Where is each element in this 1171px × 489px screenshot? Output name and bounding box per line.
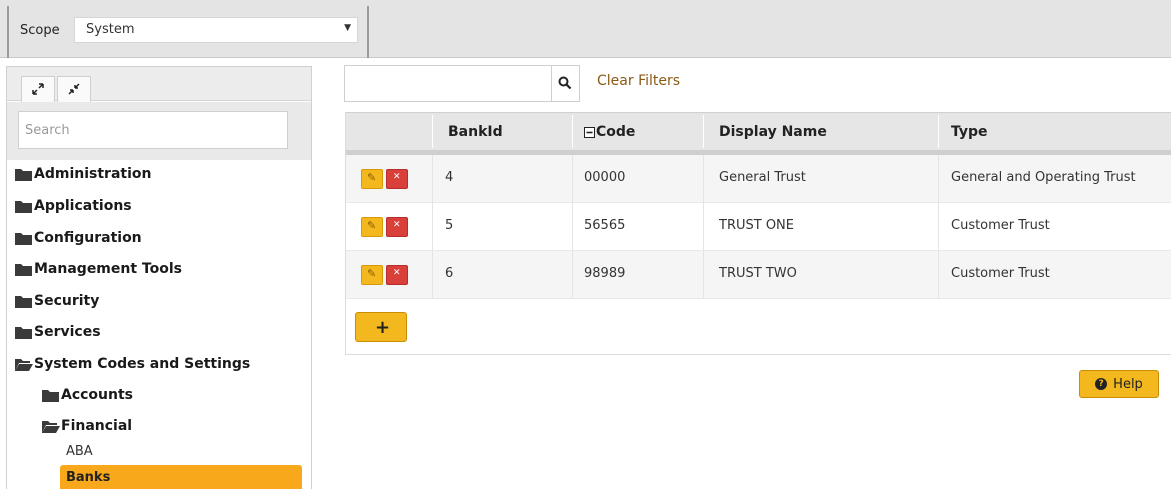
- scope-bar-divider: [7, 6, 9, 58]
- column-header-code[interactable]: Code: [584, 124, 635, 140]
- cell-type: General and Operating Trust: [951, 170, 1136, 185]
- cell-code: 98989: [584, 266, 626, 281]
- tree-item-financial[interactable]: Financial: [41, 416, 132, 436]
- tree-item-label: Applications: [34, 198, 132, 214]
- delete-button[interactable]: [386, 265, 408, 285]
- tree-item-services[interactable]: Services: [14, 322, 101, 342]
- tree-item-label: Accounts: [61, 387, 134, 403]
- column-separator: [432, 115, 433, 148]
- folder-icon: [15, 295, 32, 308]
- tree-item-label: Management Tools: [34, 261, 182, 277]
- edit-button[interactable]: [361, 217, 383, 237]
- chevron-down-icon: ▼: [344, 23, 351, 33]
- folder-open-icon: [15, 358, 33, 371]
- clear-filters-link[interactable]: Clear Filters: [597, 73, 680, 89]
- tree-item-system-codes-and-settings[interactable]: System Codes and Settings: [14, 354, 250, 374]
- table-row: 6 98989 TRUST TWO Customer Trust: [346, 251, 1171, 299]
- tree-item-administration[interactable]: Administration: [14, 164, 151, 184]
- row-separator: [432, 251, 433, 299]
- folder-icon: [15, 200, 32, 213]
- scope-bar: Scope System ▼: [0, 0, 1171, 58]
- column-separator: [703, 115, 704, 148]
- collapse-group-icon: [584, 126, 595, 138]
- column-separator: [938, 115, 939, 148]
- cell-code: 00000: [584, 170, 626, 185]
- column-header-bankid[interactable]: BankId: [448, 124, 503, 140]
- row-separator: [572, 251, 573, 299]
- tree-item-applications[interactable]: Applications: [14, 196, 132, 216]
- collapse-icon: [68, 83, 80, 95]
- expand-icon: [32, 83, 44, 95]
- grid-header: BankId Code Display Name Type: [346, 113, 1171, 155]
- tree-item-label: Security: [34, 293, 100, 309]
- tree-item-label: Financial: [61, 418, 133, 434]
- tree-search-area: [7, 102, 311, 160]
- row-separator: [938, 203, 939, 251]
- scope-label: Scope: [20, 23, 60, 38]
- cell-type: Customer Trust: [951, 218, 1050, 233]
- folder-icon: [15, 326, 32, 339]
- cell-display-name: TRUST ONE: [719, 218, 794, 233]
- tree-item-label: Configuration: [34, 230, 142, 246]
- scope-bar-divider: [367, 6, 369, 58]
- tree-item-label: Services: [34, 324, 101, 340]
- search-icon: [558, 76, 572, 90]
- tree-leaf-banks[interactable]: Banks: [60, 465, 302, 489]
- row-separator: [938, 155, 939, 203]
- column-header-code-label: Code: [596, 124, 636, 140]
- filter-search-button[interactable]: [552, 65, 580, 102]
- column-header-display-name[interactable]: Display Name: [719, 124, 827, 140]
- cell-code: 56565: [584, 218, 626, 233]
- tree-item-label: Administration: [34, 166, 152, 182]
- question-icon: ?: [1095, 378, 1108, 390]
- edit-button[interactable]: [361, 169, 383, 189]
- scope-select-value: System: [86, 22, 135, 37]
- row-separator: [703, 203, 704, 251]
- tree-search-input[interactable]: [19, 112, 287, 148]
- row-separator: [572, 203, 573, 251]
- scope-select[interactable]: System ▼: [74, 17, 358, 43]
- help-button[interactable]: ? Help: [1079, 370, 1159, 398]
- row-separator: [703, 251, 704, 299]
- tree-leaf-aba[interactable]: ABA: [66, 444, 93, 459]
- cell-display-name: TRUST TWO: [719, 266, 797, 281]
- add-bank-button[interactable]: [355, 312, 407, 342]
- row-separator: [572, 155, 573, 203]
- tree-item-security[interactable]: Security: [14, 291, 99, 311]
- cell-display-name: General Trust: [719, 170, 806, 185]
- cell-bankid: 5: [445, 218, 454, 233]
- edit-button[interactable]: [361, 265, 383, 285]
- delete-button[interactable]: [386, 217, 408, 237]
- folder-icon: [15, 263, 32, 276]
- column-header-type[interactable]: Type: [951, 124, 988, 140]
- help-label: Help: [1113, 376, 1143, 392]
- tree-item-management-tools[interactable]: Management Tools: [14, 259, 182, 279]
- cell-bankid: 4: [445, 170, 454, 185]
- table-row: 4 00000 General Trust General and Operat…: [346, 155, 1171, 203]
- row-separator: [938, 251, 939, 299]
- banks-grid: BankId Code Display Name Type 4 00000 Ge…: [345, 112, 1171, 355]
- expand-all-button[interactable]: [21, 76, 55, 102]
- filter-input[interactable]: [344, 65, 552, 102]
- folder-icon: [15, 232, 32, 245]
- delete-button[interactable]: [386, 169, 408, 189]
- row-separator: [703, 155, 704, 203]
- folder-open-icon: [42, 420, 60, 433]
- tree-toolbar: [7, 67, 311, 102]
- cell-bankid: 6: [445, 266, 454, 281]
- folder-icon: [42, 389, 59, 402]
- row-separator: [432, 155, 433, 203]
- tree-search-box: [18, 111, 288, 149]
- tree-item-label: System Codes and Settings: [34, 356, 251, 372]
- tree-item-accounts[interactable]: Accounts: [41, 385, 133, 405]
- row-separator: [432, 203, 433, 251]
- column-separator: [572, 115, 573, 148]
- collapse-all-button[interactable]: [57, 76, 91, 102]
- tree-item-configuration[interactable]: Configuration: [14, 228, 142, 248]
- table-row: 5 56565 TRUST ONE Customer Trust: [346, 203, 1171, 251]
- folder-icon: [15, 168, 32, 181]
- cell-type: Customer Trust: [951, 266, 1050, 281]
